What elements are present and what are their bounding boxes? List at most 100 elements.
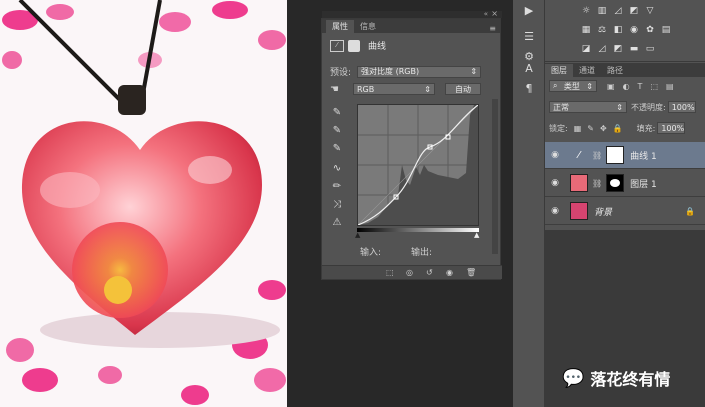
lock-label: 锁定: [549,123,568,133]
panel-bottom-toolbar: ⬚ ◎ ↺ ◉ 🗑 [322,265,502,279]
levels-icon[interactable]: ▥ [597,6,607,16]
output-label: 输出: [411,248,433,258]
panel-scrollbar[interactable] [492,99,498,254]
channel-dropdown[interactable]: RGB ⇕ [352,83,435,95]
eye-icon[interactable]: ◉ [548,206,562,216]
eyedropper-gray-icon[interactable]: ✎ [330,123,344,137]
invert-icon[interactable]: ◪ [581,44,591,54]
curve-point-tool-icon[interactable]: ∿ [330,161,344,175]
dropdown-arrow-icon: ⇕ [424,84,431,94]
tab-layers[interactable]: 图层 [545,64,573,77]
clipping-warning-icon[interactable]: ⚠ [330,215,344,229]
close-icon[interactable]: × [491,9,498,18]
heart-pendant-image [2,0,286,405]
adjustments-panel: ☼ ▥ ◿ ◩ ▽ ▦ ⚖ ◧ ◉ ✿ ▤ ◪ ◿ ◩ ▬ ▭ [545,0,705,62]
filter-kind-dropdown[interactable]: ⌕ 类型 ⇕ [549,80,597,92]
filter-pixel-icon[interactable]: ▣ [607,82,615,91]
view-previous-icon[interactable]: ◎ [406,268,413,277]
preset-value: 强对比度 (RGB) [361,67,420,76]
threshold-icon[interactable]: ◩ [613,44,623,54]
layer-row-background[interactable]: ◉ 背景 🔒 [545,198,705,225]
tab-info[interactable]: 信息 [354,20,382,33]
black-white-icon[interactable]: ◧ [613,25,623,35]
posterize-icon[interactable]: ◿ [597,44,607,54]
eyedropper-white-icon[interactable]: ✎ [330,141,344,155]
filter-smart-icon[interactable]: ▤ [666,82,674,91]
clip-to-layer-icon[interactable]: ⬚ [386,268,394,277]
blend-mode-dropdown[interactable]: 正常 ⇕ [549,101,627,113]
layer-mask-thumbnail[interactable] [606,146,625,164]
dropdown-arrow-icon: ⇕ [470,67,478,76]
opacity-input[interactable]: 100% [667,101,696,113]
tab-properties[interactable]: 属性 [326,20,354,33]
auto-button[interactable]: 自动 [444,83,481,95]
lock-pixels-icon[interactable]: ✎ [587,124,594,133]
panel-header: ⁄ 曲线 [330,39,386,52]
pencil-tool-icon[interactable]: ✏ [330,179,344,193]
channel-value: RGB [356,84,375,94]
panel-titlebar[interactable]: « × [322,9,502,18]
eye-icon[interactable]: ◉ [548,178,562,188]
eye-icon[interactable]: ◉ [548,150,562,160]
channel-mixer-icon[interactable]: ✿ [645,25,655,35]
lock-transparent-icon[interactable]: ▦ [574,124,582,133]
collapse-icon[interactable]: « [484,10,488,18]
input-label: 输入: [360,248,382,258]
white-slider-icon[interactable]: ▲ [474,231,479,239]
hue-saturation-icon[interactable]: ▦ [581,25,591,35]
layer-name[interactable]: 图层 1 [630,177,657,190]
visibility-icon[interactable]: ◉ [446,268,453,277]
link-icon[interactable]: ⛓ [592,179,602,188]
brightness-icon[interactable]: ☼ [581,6,591,16]
eyedropper-black-icon[interactable]: ✎ [330,105,344,119]
link-icon[interactable]: ⛓ [592,151,602,160]
watermark: 💬 落花终有情 [562,366,670,390]
tab-paths[interactable]: 路径 [601,64,629,77]
curves-graph[interactable] [357,104,479,226]
color-lookup-icon[interactable]: ▤ [661,25,671,35]
photo-filter-icon[interactable]: ◉ [629,25,639,35]
gradient-map-icon[interactable]: ▭ [645,44,655,54]
search-icon: ⌕ [553,81,558,90]
smooth-curve-icon[interactable]: ⤨ [330,197,344,211]
layer-row-layer1[interactable]: ◉ ⛓ 图层 1 [545,170,705,197]
selective-color-icon[interactable]: ▬ [629,44,639,54]
filter-adjustment-icon[interactable]: ◐ [623,82,630,91]
fill-input[interactable]: 100% [657,122,686,134]
opacity-label: 不透明度: [631,102,666,112]
filter-type-icon[interactable]: T [638,82,643,91]
history-icon[interactable]: ☰ [521,28,537,44]
hand-tool-icon[interactable]: ☚ [330,84,339,95]
document-canvas[interactable] [0,0,287,407]
layer-name[interactable]: 背景 [594,205,612,218]
exposure-icon[interactable]: ◩ [629,6,639,16]
filter-shape-icon[interactable]: ⬚ [650,82,658,91]
layer-thumbnail[interactable] [570,202,588,220]
play-icon[interactable]: ▶ [521,2,537,18]
layer-mask-thumbnail[interactable] [606,174,625,192]
vibrance-icon[interactable]: ▽ [645,6,655,16]
blend-mode-value: 正常 [553,102,569,112]
preset-dropdown[interactable]: 强对比度 (RGB) ⇕ [357,65,482,78]
curves-adjustment-icon: ⁄ [578,149,580,161]
curves-icon[interactable]: ◿ [613,6,623,16]
mask-icon[interactable] [348,39,360,52]
fill-label: 填充: [636,123,656,133]
delete-icon[interactable]: 🗑 [466,268,476,277]
color-balance-icon[interactable]: ⚖ [597,25,607,35]
character-icon[interactable]: A [521,60,537,76]
panel-menu-icon[interactable]: ≡ [489,24,496,33]
layer-name[interactable]: 曲线 1 [630,149,657,162]
blend-row: 正常 ⇕ 不透明度: 100% [549,101,696,113]
paragraph-icon[interactable]: ¶ [521,80,537,96]
reset-icon[interactable]: ↺ [426,268,433,277]
panel-dock-strip: ▶ ☰ ⚙ A ¶ [513,0,545,407]
wechat-icon: 💬 [562,367,585,389]
tab-channels[interactable]: 通道 [573,64,601,77]
black-slider-icon[interactable]: ▲ [355,231,360,239]
lock-all-icon[interactable]: 🔒 [613,124,623,133]
preset-label: 预设: [330,68,352,78]
layer-row-curves[interactable]: ◉ ⁄ ⛓ 曲线 1 [545,142,705,169]
layer-thumbnail[interactable] [570,174,588,192]
lock-position-icon[interactable]: ✥ [600,124,607,133]
